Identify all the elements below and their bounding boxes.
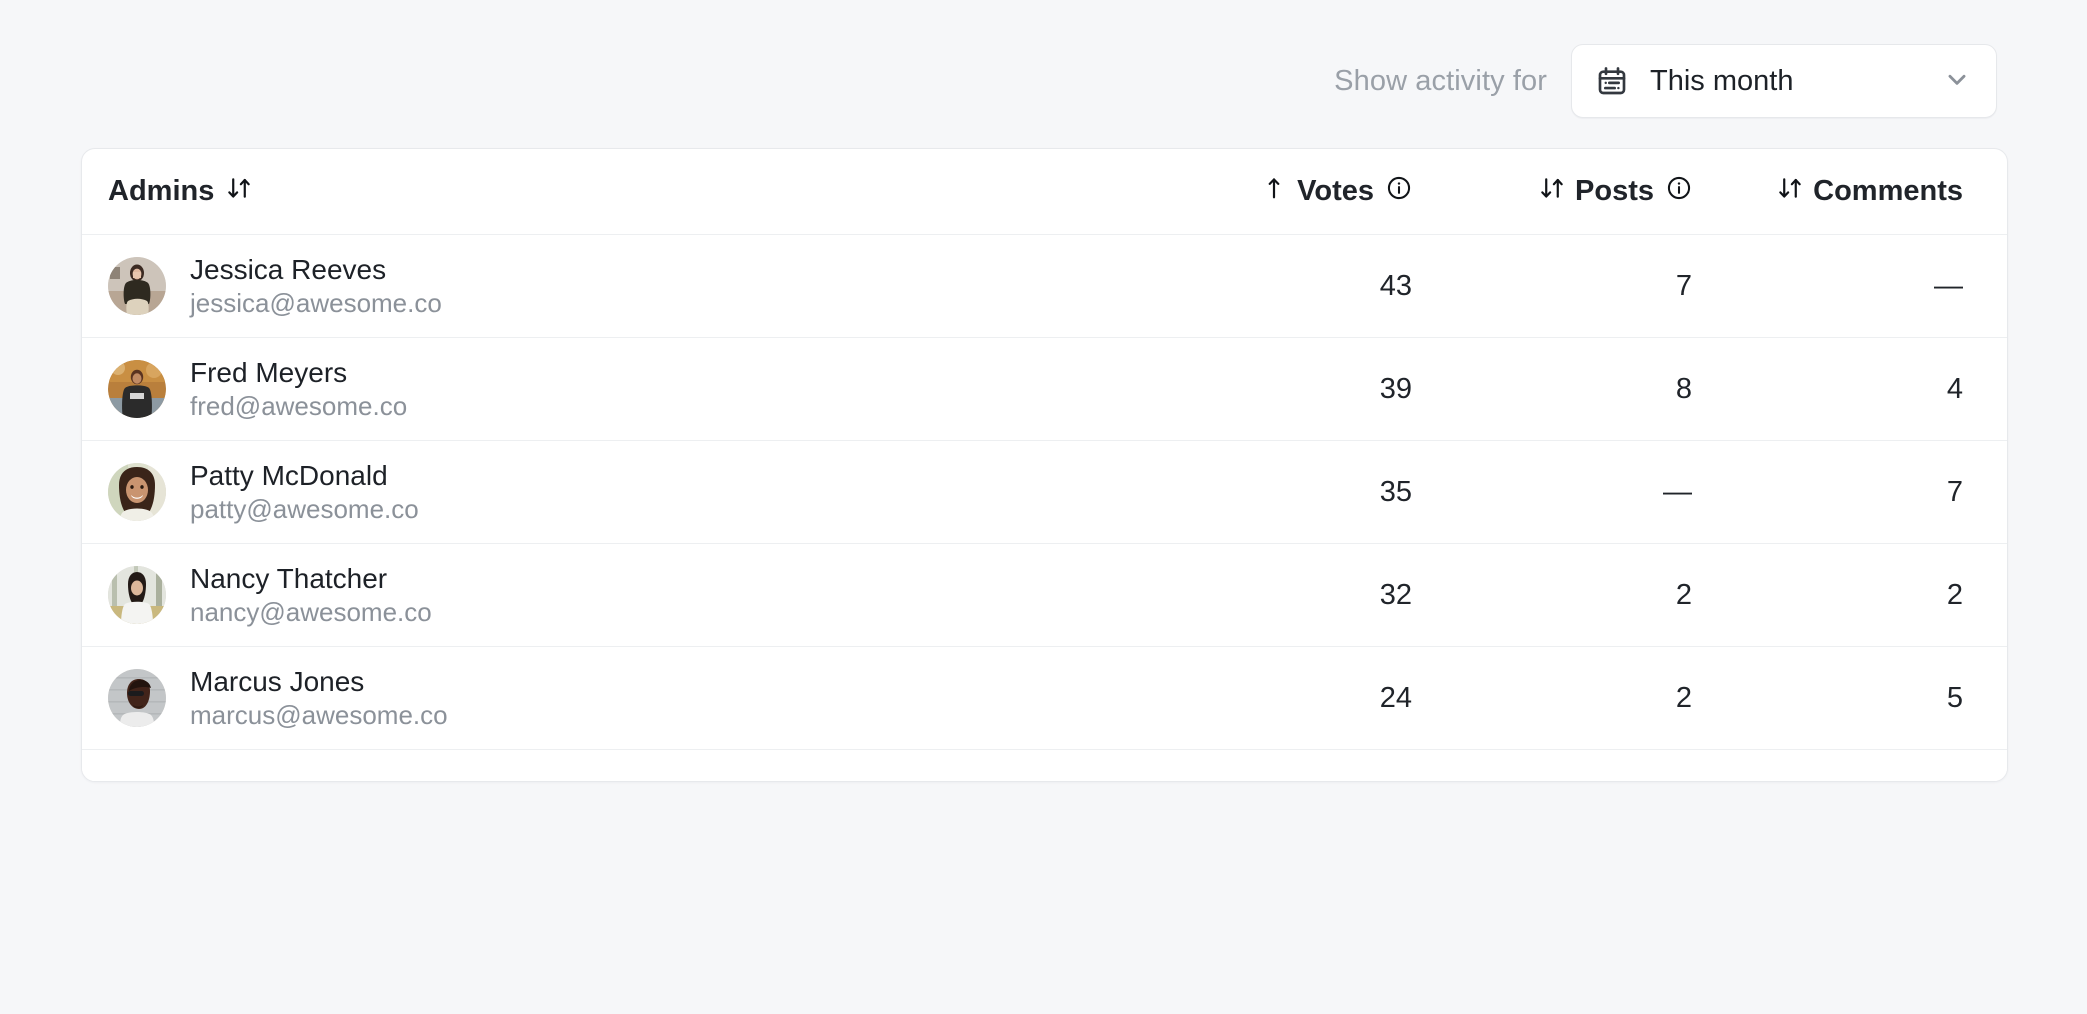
user-email: patty@awesome.co xyxy=(190,493,419,524)
info-icon[interactable] xyxy=(1666,175,1692,209)
period-select-value: This month xyxy=(1650,64,1794,97)
user-name: Nancy Thatcher xyxy=(190,563,388,595)
period-select-dropdown[interactable]: This month xyxy=(1571,44,1997,118)
table-footer-strip xyxy=(82,750,2007,781)
cell-posts: — xyxy=(1663,475,1692,508)
cell-votes: 35 xyxy=(1379,475,1412,508)
show-activity-for-label: Show activity for xyxy=(1334,64,1547,97)
sort-both-icon[interactable] xyxy=(226,173,252,211)
chevron-down-icon xyxy=(1944,66,1974,97)
column-header-votes[interactable]: Votes xyxy=(1112,173,1412,211)
cell-votes: 43 xyxy=(1379,269,1412,302)
avatar xyxy=(108,360,166,418)
avatar xyxy=(108,257,166,315)
calendar-icon xyxy=(1596,65,1628,97)
user-email: marcus@awesome.co xyxy=(190,699,448,730)
admin-user-cell[interactable]: Nancy Thatcher nancy@awesome.co xyxy=(82,564,1112,626)
table-row[interactable]: Fred Meyers fred@awesome.co 39 8 4 xyxy=(82,338,2007,441)
user-name: Jessica Reeves xyxy=(190,254,387,286)
cell-posts: 7 xyxy=(1675,269,1692,302)
cell-comments: 7 xyxy=(1946,475,1963,508)
avatar xyxy=(108,669,166,727)
user-info: Marcus Jones marcus@awesome.co xyxy=(190,667,448,729)
user-info: Patty McDonald patty@awesome.co xyxy=(190,461,419,523)
cell-posts: 8 xyxy=(1675,372,1692,405)
cell-votes: 24 xyxy=(1379,681,1412,714)
user-email: jessica@awesome.co xyxy=(190,287,442,318)
cell-comments: 2 xyxy=(1946,578,1963,611)
cell-votes: 39 xyxy=(1379,372,1412,405)
cell-posts: 2 xyxy=(1675,681,1692,714)
admin-user-cell[interactable]: Patty McDonald patty@awesome.co xyxy=(82,461,1112,523)
avatar xyxy=(108,566,166,624)
avatar xyxy=(108,463,166,521)
table-row[interactable]: Nancy Thatcher nancy@awesome.co 32 2 2 xyxy=(82,544,2007,647)
activity-period-toolbar: Show activity for This month xyxy=(1334,44,1997,118)
cell-comments: — xyxy=(1934,269,1963,302)
user-info: Nancy Thatcher nancy@awesome.co xyxy=(190,564,432,626)
column-header-admins[interactable]: Admins xyxy=(82,173,1112,211)
column-label-comments: Comments xyxy=(1813,175,1963,207)
cell-comments: 5 xyxy=(1946,681,1963,714)
user-email: fred@awesome.co xyxy=(190,390,408,421)
info-icon[interactable] xyxy=(1386,175,1412,209)
admins-activity-card: Admins Votes Posts Comments Jessica Reev… xyxy=(81,148,2008,782)
cell-comments: 4 xyxy=(1946,372,1963,405)
admin-user-cell[interactable]: Jessica Reeves jessica@awesome.co xyxy=(82,255,1112,317)
table-row[interactable]: Jessica Reeves jessica@awesome.co 43 7 — xyxy=(82,235,2007,338)
sort-asc-icon[interactable] xyxy=(1261,173,1287,211)
cell-posts: 2 xyxy=(1675,578,1692,611)
admin-user-cell[interactable]: Fred Meyers fred@awesome.co xyxy=(82,358,1112,420)
user-name: Marcus Jones xyxy=(190,666,365,698)
table-row[interactable]: Marcus Jones marcus@awesome.co 24 2 5 xyxy=(82,647,2007,750)
column-header-comments[interactable]: Comments xyxy=(1692,173,1963,211)
activity-dashboard-page: Show activity for This month Admins Vote… xyxy=(0,0,2087,1014)
table-header-row: Admins Votes Posts Comments xyxy=(82,149,2007,235)
table-row[interactable]: Patty McDonald patty@awesome.co 35 — 7 xyxy=(82,441,2007,544)
user-email: nancy@awesome.co xyxy=(190,596,432,627)
column-label-admins: Admins xyxy=(108,175,215,207)
sort-both-icon[interactable] xyxy=(1777,173,1803,211)
cell-votes: 32 xyxy=(1379,578,1412,611)
column-label-votes: Votes xyxy=(1297,175,1374,207)
user-name: Patty McDonald xyxy=(190,460,388,492)
admin-user-cell[interactable]: Marcus Jones marcus@awesome.co xyxy=(82,667,1112,729)
user-info: Fred Meyers fred@awesome.co xyxy=(190,358,407,420)
user-name: Fred Meyers xyxy=(190,357,348,389)
user-info: Jessica Reeves jessica@awesome.co xyxy=(190,255,442,317)
column-header-posts[interactable]: Posts xyxy=(1412,173,1692,211)
sort-both-icon[interactable] xyxy=(1539,173,1565,211)
column-label-posts: Posts xyxy=(1575,175,1654,207)
